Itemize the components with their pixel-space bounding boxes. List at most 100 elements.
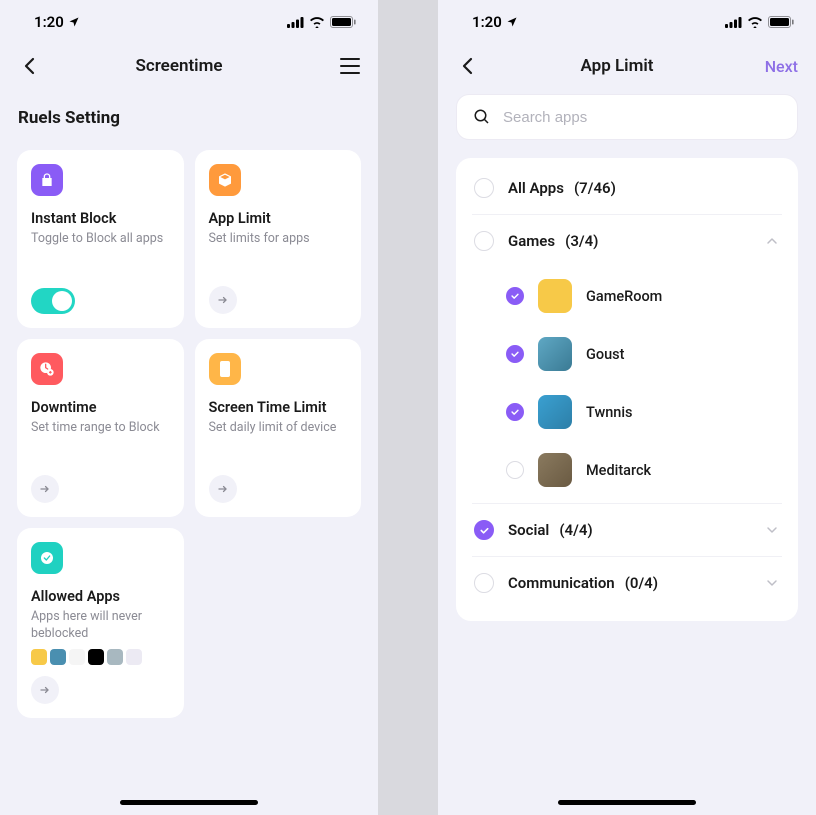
row-all-apps[interactable]: All Apps (7/46) — [472, 162, 782, 215]
app-icon — [50, 649, 66, 665]
app-icon — [69, 649, 85, 665]
home-indicator[interactable] — [120, 800, 258, 805]
app-icon — [107, 649, 123, 665]
row-category-social[interactable]: Social (4/4) — [472, 504, 782, 557]
app-row-meditarck[interactable]: Meditarck — [472, 441, 782, 504]
nav-bar: Screentime — [0, 44, 378, 94]
home-indicator[interactable] — [558, 800, 696, 805]
card-allowed-apps[interactable]: Allowed Apps Apps here will never bebloc… — [17, 528, 184, 718]
row-count: (0/4) — [625, 574, 658, 592]
battery-icon — [330, 16, 356, 28]
lock-icon — [31, 164, 63, 196]
card-title: App Limit — [209, 210, 348, 227]
row-count: (3/4) — [565, 232, 598, 250]
card-desc: Apps here will never beblocked — [31, 609, 170, 643]
app-icon — [538, 279, 572, 313]
arrow-right-icon — [217, 294, 229, 306]
screen-screentime: 1:20 Screentime Ruels Setting Instant Bl… — [0, 0, 378, 815]
card-title: Allowed Apps — [31, 588, 170, 605]
card-desc: Set time range to Block — [31, 420, 170, 437]
radio-social[interactable] — [474, 520, 494, 540]
status-bar: 1:20 — [0, 0, 378, 44]
card-downtime[interactable]: Downtime Set time range to Block — [17, 339, 184, 517]
screen-title: App Limit — [480, 56, 754, 76]
card-title: Screen Time Limit — [209, 399, 348, 416]
app-icon — [88, 649, 104, 665]
radio-games[interactable] — [474, 231, 494, 251]
row-count: (4/4) — [559, 521, 592, 539]
card-screen-time-limit[interactable]: Screen Time Limit Set daily limit of dev… — [195, 339, 362, 517]
status-indicators — [725, 16, 794, 28]
app-icon — [31, 649, 47, 665]
check-shield-icon — [31, 542, 63, 574]
instant-block-toggle[interactable] — [31, 288, 75, 314]
row-category-games[interactable]: Games (3/4) — [472, 215, 782, 267]
more-icon — [126, 649, 142, 665]
wifi-icon — [747, 16, 763, 28]
app-name: Goust — [586, 346, 624, 363]
back-button[interactable] — [18, 54, 42, 78]
radio-communication[interactable] — [474, 573, 494, 593]
radio-app[interactable] — [506, 461, 524, 479]
card-app-limit[interactable]: App Limit Set limits for apps — [195, 150, 362, 328]
app-icon — [538, 395, 572, 429]
status-time: 1:20 — [472, 13, 502, 31]
row-label-text: Social — [508, 521, 549, 539]
search-icon — [473, 108, 491, 126]
box-icon — [209, 164, 241, 196]
app-row-goust[interactable]: Goust — [472, 325, 782, 383]
card-title: Downtime — [31, 399, 170, 416]
app-icon — [538, 337, 572, 371]
menu-button[interactable] — [340, 58, 360, 74]
arrow-right-icon — [217, 483, 229, 495]
clock-icon — [31, 353, 63, 385]
wifi-icon — [309, 16, 325, 28]
phone-icon — [209, 353, 241, 385]
nav-bar: App Limit Next — [438, 44, 816, 94]
section-heading: Ruels Setting — [0, 94, 378, 132]
radio-app[interactable] — [506, 345, 524, 363]
chevron-left-icon — [462, 57, 474, 75]
chevron-up-icon[interactable] — [764, 233, 780, 249]
allowed-apps-icons — [31, 649, 170, 665]
app-icon — [538, 453, 572, 487]
chevron-down-icon[interactable] — [764, 522, 780, 538]
back-button[interactable] — [456, 54, 480, 78]
radio-all-apps[interactable] — [474, 178, 494, 198]
search-input[interactable] — [503, 109, 781, 126]
app-name: GameRoom — [586, 288, 662, 305]
card-title: Instant Block — [31, 210, 170, 227]
row-label-text: Communication — [508, 574, 615, 592]
next-button[interactable]: Next — [765, 57, 798, 76]
arrow-button[interactable] — [31, 676, 59, 704]
radio-app[interactable] — [506, 403, 524, 421]
arrow-right-icon — [39, 684, 51, 696]
row-label-text: All Apps — [508, 179, 564, 197]
app-row-twnnis[interactable]: Twnnis — [472, 383, 782, 441]
games-items: GameRoom Goust Twnnis Meditarck — [472, 267, 782, 504]
arrow-button[interactable] — [209, 286, 237, 314]
card-desc: Set limits for apps — [209, 231, 348, 248]
location-icon — [506, 16, 518, 28]
radio-app[interactable] — [506, 287, 524, 305]
row-label-text: Games — [508, 232, 555, 250]
row-count: (7/46) — [574, 179, 616, 197]
battery-icon — [768, 16, 794, 28]
app-name: Meditarck — [586, 462, 651, 479]
app-row-gameroom[interactable]: GameRoom — [472, 267, 782, 325]
status-time: 1:20 — [34, 13, 64, 31]
row-category-communication[interactable]: Communication (0/4) — [472, 557, 782, 609]
arrow-button[interactable] — [31, 475, 59, 503]
arrow-button[interactable] — [209, 475, 237, 503]
screen-title: Screentime — [42, 56, 316, 76]
apps-list: All Apps (7/46) Games (3/4) GameRoom — [456, 158, 798, 621]
status-bar: 1:20 — [438, 0, 816, 44]
card-desc: Set daily limit of device — [209, 420, 348, 437]
chevron-left-icon — [24, 57, 36, 75]
search-box[interactable] — [456, 94, 798, 140]
rules-grid: Instant Block Toggle to Block all apps A… — [0, 132, 378, 718]
card-instant-block[interactable]: Instant Block Toggle to Block all apps — [17, 150, 184, 328]
chevron-down-icon[interactable] — [764, 575, 780, 591]
card-desc: Toggle to Block all apps — [31, 231, 170, 248]
arrow-right-icon — [39, 483, 51, 495]
